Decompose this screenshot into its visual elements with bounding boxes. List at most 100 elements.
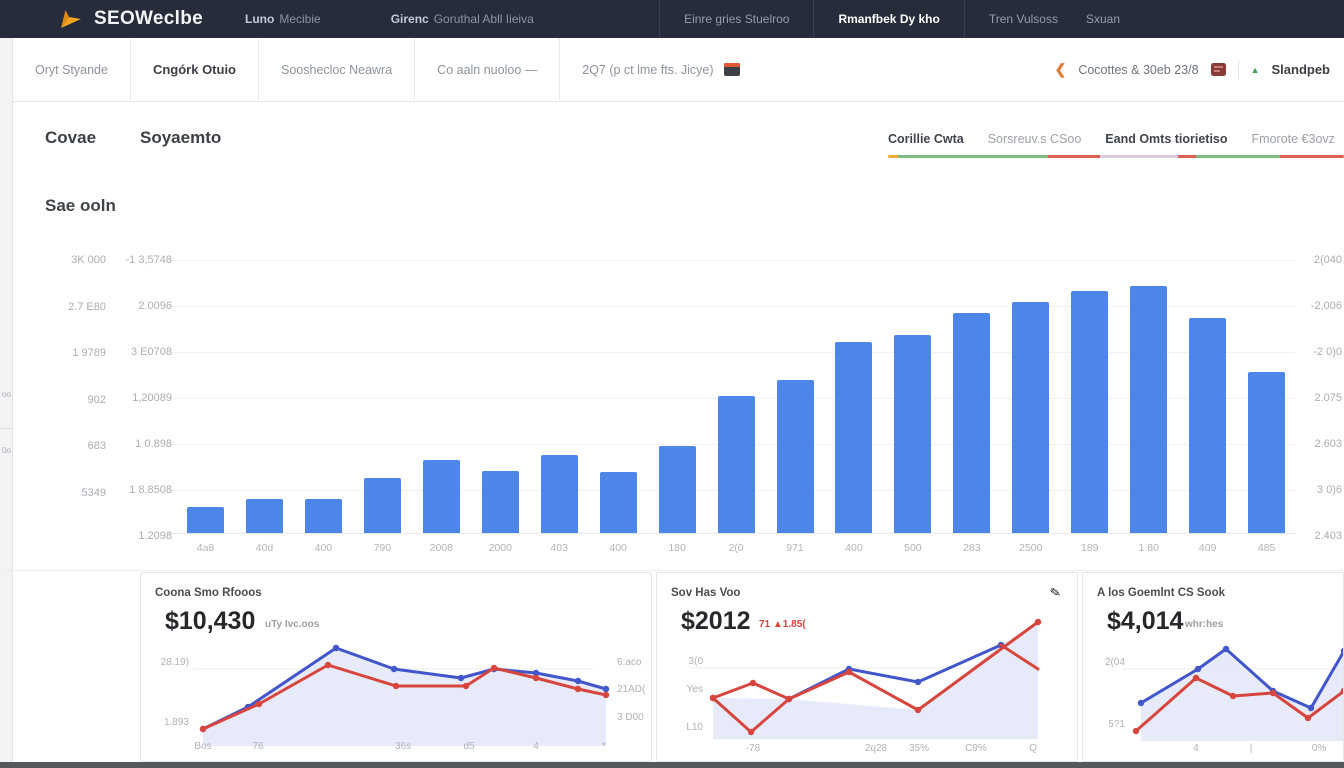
standard-button[interactable]: Slandpeb [1271,62,1330,77]
filter-bar: Oryt Styande Cngórk Otuio Sooshecloc Nea… [13,38,1344,102]
nav-item-label[interactable]: Einre gries Stuelroo [684,12,789,26]
metric-card-3[interactable]: A los Goemlnt CS Sook $4,014 whr:hes 2(0… [1082,572,1344,762]
bar-6[interactable] [482,471,519,533]
bar-12[interactable] [835,342,872,533]
chevron-left-icon[interactable]: ❮ [1055,61,1067,78]
bar-13[interactable] [894,335,931,533]
bar-1[interactable] [187,507,224,533]
sliver-divider [0,428,13,429]
bar-5[interactable] [423,460,460,533]
x-tick-label: 2500 [1019,542,1042,554]
bar-11[interactable] [777,380,814,533]
bar-16[interactable] [1071,291,1108,533]
mini-x-label: 4 [1193,743,1199,754]
bar-14[interactable] [953,313,990,533]
bar-3[interactable] [305,499,342,533]
bar-4[interactable] [364,478,401,533]
divider [1238,61,1239,79]
bar-17[interactable] [1130,286,1167,533]
nav-item-label[interactable]: Sxuan [1086,12,1120,26]
x-tick-label: 180 [668,542,686,554]
mini-x-label: d5 [463,741,474,752]
arrow-up-icon: ▲ [1251,65,1260,75]
app-title: SEOWeclbe [94,8,203,30]
export-icon[interactable] [1211,63,1226,76]
mini-y-label: Yes [669,684,703,695]
metric-card-2[interactable]: Sov Has Voo $2012 71 ▲1.85( ✎ 3(0YesL10-… [656,572,1078,762]
nav-right-section-2[interactable]: Rmanfbek Dy kho [813,0,963,38]
mini-x-label: 76 [252,741,263,752]
bar-2[interactable] [246,499,283,533]
legend-item-4[interactable]: Fmorote €3ovz [1252,132,1335,146]
bottom-bar [0,762,1344,768]
y-tick-label: 1 0.898 [112,438,172,450]
top-navbar: SEOWeclbe LunoMecibie GirencGoruthal Abl… [0,0,1344,38]
filter-item-1[interactable]: Oryt Styande [13,38,131,101]
gridline [168,306,1295,307]
filter-right-group: ❮ Cocottes & 30eb 23/8 ▲ Slandpeb [1055,38,1344,101]
x-tick-label: 971 [786,542,804,554]
filter-item-date-range[interactable]: 2Q7 (p ct lme fts. Jicye) [560,38,761,101]
nav-item-label[interactable]: Tren Vulsoss [989,12,1058,26]
x-tick-label: 40d [256,542,274,554]
mini-x-label: -78 [746,743,760,754]
filter-item-4[interactable]: Co aaln nuoloo — [415,38,560,101]
x-axis-line [168,533,1295,534]
mini-x-label: 4 [533,741,539,752]
mini-x-label: 35% [909,743,929,754]
mini-x-label: | [1250,743,1253,754]
y-tick-label: 2(040 [1296,254,1342,266]
legend-item-3[interactable]: Eand Omts tiorietiso [1105,132,1227,146]
nav-right-section-1[interactable]: Einre gries Stuelroo [659,0,813,38]
gridline [168,352,1295,353]
bar-9[interactable] [659,446,696,533]
mini-y-label: 6:aco [617,657,651,668]
nav-item-label[interactable]: Rmanfbek Dy kho [838,12,939,26]
mini-line-chart [657,573,1078,762]
y-tick-label: 2.603 [1296,438,1342,450]
bar-10[interactable] [718,396,755,533]
mini-y-label: L10 [669,722,703,733]
main-chart-title: Sae ooln [45,196,116,216]
y-tick-label: 3K 000 [44,254,106,266]
legend-underline-segment [1100,155,1178,158]
tab-overview[interactable]: Covae [45,128,96,148]
calendar-icon [724,63,740,76]
bar-19[interactable] [1248,372,1285,533]
filter-item-3[interactable]: Sooshecloc Neawra [259,38,415,101]
nav-item-1[interactable]: LunoMecibie [245,12,321,26]
legend-underline [888,155,1344,158]
y-tick-label: -1 3,5748 [112,254,172,266]
y-tick-label: 5349 [44,487,106,499]
mini-x-label: Q [1029,743,1037,754]
nav-item-2[interactable]: GirencGoruthal Abll Iieiva [391,12,534,26]
mini-x-label: Bos [194,741,211,752]
y-tick-label: 2.075 [1296,392,1342,404]
mini-y-label: 5?1 [1091,719,1125,730]
bar-8[interactable] [600,472,637,533]
collapsed-sidebar-sliver[interactable]: oo 0o [0,38,13,762]
mini-y-label: 21AD( [617,684,651,695]
nav-right-section-3[interactable]: Tren Vulsoss Sxuan [964,0,1144,38]
y-tick-label: 1.2098 [112,530,172,542]
logo-icon [58,7,84,31]
brand[interactable]: SEOWeclbe [0,0,230,38]
bar-18[interactable] [1189,318,1226,533]
mini-y-label: 28.19) [149,657,189,668]
tab-segments[interactable]: Soyaemto [140,128,221,148]
x-tick-label: 1 80 [1138,542,1158,554]
legend-item-1[interactable]: Corillie Cwta [888,132,964,146]
mini-x-label: 2q28 [865,743,887,754]
legend-item-2[interactable]: Sorsreuv.s CSoo [988,132,1082,146]
bar-15[interactable] [1012,302,1049,533]
metric-card-1[interactable]: Coona Smo Rfooos $10,430 uTy Ivc.oos 28.… [140,572,652,762]
x-tick-label: 485 [1258,542,1276,554]
x-tick-label: 283 [963,542,981,554]
date-range-text[interactable]: Cocottes & 30eb 23/8 [1078,63,1198,77]
y-tick-label: 1 8.8508 [112,484,172,496]
legend-labels: Corillie Cwta Sorsreuv.s CSoo Eand Omts ti… [888,132,1344,146]
bar-7[interactable] [541,455,578,533]
y-tick-label: 3 0)6 [1296,484,1342,496]
filter-item-2[interactable]: Cngórk Otuio [131,38,259,101]
tab-row: Covae Soyaemto Corillie Cwta Sorsreuv.s C… [0,102,1344,168]
